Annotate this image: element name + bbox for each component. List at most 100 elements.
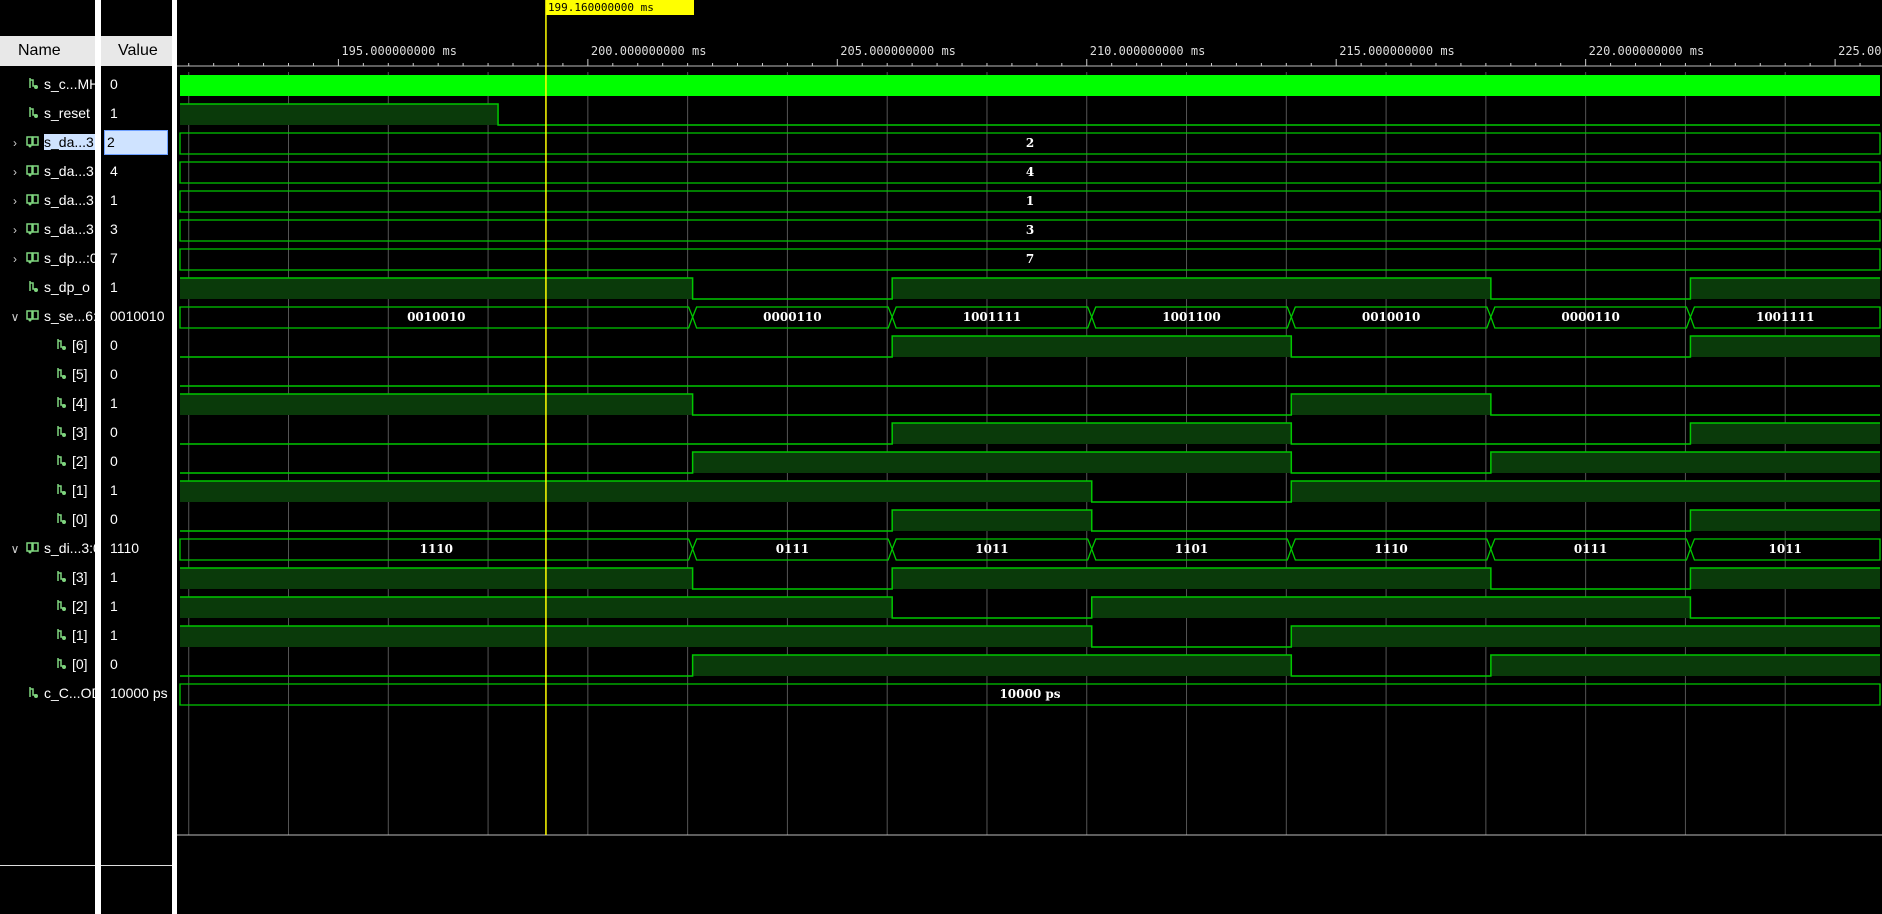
signal-value[interactable]: 0 bbox=[108, 76, 178, 92]
signal-row[interactable]: › s_da...3: bbox=[0, 187, 95, 216]
bus-signal-icon bbox=[26, 134, 40, 150]
signal-row[interactable]: › s_dp...:0 bbox=[0, 245, 95, 274]
signal-value[interactable]: 4 bbox=[108, 163, 178, 179]
waveform-canvas[interactable]: 195.000000000 ms 200.000000000 ms 205.0000… bbox=[177, 0, 1882, 914]
bus-value-label: 1110 bbox=[1374, 542, 1407, 556]
bit-high-region bbox=[180, 278, 693, 299]
bus-value-label: 1 bbox=[1026, 194, 1034, 208]
signal-name[interactable]: s_c...MH bbox=[44, 76, 95, 92]
chevron-right-icon[interactable]: › bbox=[9, 165, 21, 179]
chevron-right-icon[interactable]: › bbox=[9, 136, 21, 150]
signal-value[interactable]: 1110 bbox=[108, 540, 178, 556]
bus-value-label: 7 bbox=[1026, 252, 1034, 266]
bit-signal-icon bbox=[28, 685, 42, 701]
signal-row[interactable]: [2] bbox=[0, 448, 95, 477]
bus-value-label: 0000110 bbox=[1561, 310, 1619, 324]
bus-value-label: 1001111 bbox=[963, 310, 1021, 324]
signal-row[interactable]: [1] bbox=[0, 477, 95, 506]
bit-high-region bbox=[180, 481, 1092, 502]
signal-row[interactable]: s_reset bbox=[0, 100, 95, 129]
bus-value-label: 0010010 bbox=[407, 310, 465, 324]
signal-value[interactable]: 0 bbox=[108, 424, 178, 440]
signal-row[interactable]: [0] bbox=[0, 651, 95, 680]
signal-row[interactable]: › s_da...3: bbox=[0, 158, 95, 187]
signal-value[interactable]: 0 bbox=[108, 337, 178, 353]
signal-value[interactable]: 1 bbox=[108, 627, 178, 643]
bit-signal-icon bbox=[56, 424, 70, 440]
signal-row[interactable]: [3] bbox=[0, 419, 95, 448]
signal-name[interactable]: s_da...3: bbox=[44, 134, 95, 150]
bit-signal-icon bbox=[28, 105, 42, 121]
waveform-panel[interactable]: 195.000000000 ms 200.000000000 ms 205.0000… bbox=[177, 0, 1882, 914]
bus-value-label: 10000 ps bbox=[999, 687, 1060, 701]
signal-row[interactable]: [5] bbox=[0, 361, 95, 390]
signal-value[interactable]: 10000 ps bbox=[108, 685, 178, 701]
signal-value[interactable]: 0 bbox=[108, 511, 178, 527]
signal-value[interactable]: 0 bbox=[108, 453, 178, 469]
signal-row[interactable]: [3] bbox=[0, 564, 95, 593]
bit-signal-icon bbox=[56, 366, 70, 382]
signal-row[interactable]: › s_da...3: bbox=[0, 129, 95, 158]
bit-signal-icon bbox=[56, 395, 70, 411]
signal-name[interactable]: s_da...3: bbox=[44, 192, 95, 208]
signal-value[interactable]: 1 bbox=[108, 598, 178, 614]
signal-value[interactable]: 0010010 bbox=[108, 308, 178, 324]
signal-row[interactable]: [0] bbox=[0, 506, 95, 535]
bit-high-region bbox=[1490, 655, 1880, 676]
signal-name[interactable]: c_C...OD bbox=[44, 685, 95, 701]
signal-name[interactable]: s_dp_o bbox=[44, 279, 95, 295]
signal-row[interactable]: ∨ s_di...3:0 bbox=[0, 535, 95, 564]
cursor-time-label[interactable]: 199.160000000 ms bbox=[545, 0, 694, 15]
signal-row[interactable]: s_dp_o bbox=[0, 274, 95, 303]
bus-value-label: 0111 bbox=[1574, 542, 1607, 556]
signal-name[interactable]: s_se...6:0 bbox=[44, 308, 95, 324]
bit-signal-icon bbox=[56, 453, 70, 469]
bit-high-region bbox=[892, 568, 1491, 589]
name-column-header[interactable]: Name bbox=[0, 36, 95, 66]
value-column-header[interactable]: Value bbox=[101, 36, 172, 66]
signal-value[interactable]: 3 bbox=[108, 221, 178, 237]
bus-signal-icon bbox=[26, 221, 40, 237]
signal-row[interactable]: [4] bbox=[0, 390, 95, 419]
bus-value-label: 1001111 bbox=[1756, 310, 1814, 324]
chevron-down-icon[interactable]: ∨ bbox=[9, 310, 21, 324]
signal-row[interactable]: [2] bbox=[0, 593, 95, 622]
signal-value[interactable]: 1 bbox=[108, 569, 178, 585]
signal-value[interactable]: 1 bbox=[108, 395, 178, 411]
signal-row[interactable]: c_C...OD bbox=[0, 680, 95, 709]
signal-name[interactable]: s_di...3:0 bbox=[44, 540, 95, 556]
signal-name[interactable]: s_dp...:0 bbox=[44, 250, 95, 266]
signal-row[interactable]: › s_da...3: bbox=[0, 216, 95, 245]
signal-value-panel: Value 0 1 2 4 1 3 7 1 0010010 0 0 1 0 0 1 0 1110 1 1 1 0 1000… bbox=[101, 0, 172, 914]
signal-row[interactable]: s_c...MH bbox=[0, 71, 95, 100]
bus-signal-icon bbox=[26, 163, 40, 179]
signal-name[interactable]: s_da...3: bbox=[44, 221, 95, 237]
signal-value[interactable]: 7 bbox=[108, 250, 178, 266]
signal-value[interactable]: 0 bbox=[108, 656, 178, 672]
signal-value[interactable]: 0 bbox=[108, 366, 178, 382]
ruler-tick-label: 210.000000000 ms bbox=[1090, 44, 1206, 58]
bus-signal-icon bbox=[26, 250, 40, 266]
signal-name-panel: Name s_c...MH s_reset › s_da...3: › s_da...3:… bbox=[0, 0, 95, 914]
ruler-tick-label: 205.000000000 ms bbox=[840, 44, 956, 58]
bit-signal-icon bbox=[28, 76, 42, 92]
signal-value[interactable]: 2 bbox=[104, 130, 168, 155]
signal-value[interactable]: 1 bbox=[108, 192, 178, 208]
clock-wave[interactable] bbox=[180, 75, 1880, 96]
chevron-right-icon[interactable]: › bbox=[9, 223, 21, 237]
signal-value[interactable]: 1 bbox=[108, 105, 178, 121]
chevron-down-icon[interactable]: ∨ bbox=[9, 542, 21, 556]
chevron-right-icon[interactable]: › bbox=[9, 194, 21, 208]
signal-name[interactable]: s_da...3: bbox=[44, 163, 95, 179]
bit-high-region bbox=[1291, 394, 1491, 415]
signal-value[interactable]: 1 bbox=[108, 279, 178, 295]
signal-row[interactable]: [6] bbox=[0, 332, 95, 361]
bit-signal-icon bbox=[56, 482, 70, 498]
chevron-right-icon[interactable]: › bbox=[9, 252, 21, 266]
signal-name[interactable]: s_reset bbox=[44, 105, 95, 121]
signal-row[interactable]: [1] bbox=[0, 622, 95, 651]
bit-high-region bbox=[1091, 597, 1691, 618]
signal-value[interactable]: 1 bbox=[108, 482, 178, 498]
ruler-tick-label: 195.000000000 ms bbox=[341, 44, 457, 58]
signal-row[interactable]: ∨ s_se...6:0 bbox=[0, 303, 95, 332]
